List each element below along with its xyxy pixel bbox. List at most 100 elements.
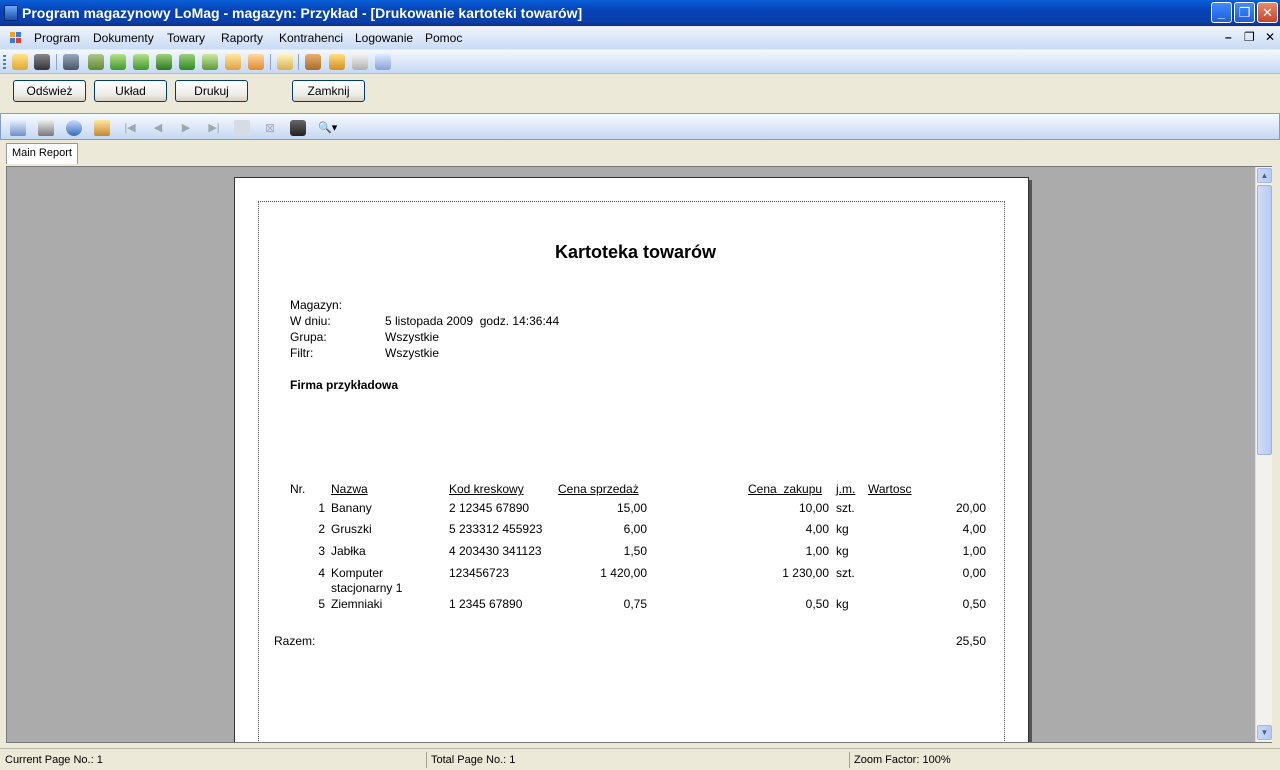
arrows-out-icon[interactable] xyxy=(133,54,149,70)
menu-program[interactable]: Program xyxy=(34,31,80,45)
stop-icon[interactable]: ⊠ xyxy=(262,120,278,136)
package-add-icon[interactable] xyxy=(248,54,264,70)
cell-name-continued: stacjonarny 1 xyxy=(331,581,403,595)
previous-page-icon[interactable]: ◀ xyxy=(150,120,166,136)
menu-bar: Program Dokumenty Towary Raporty Kontrah… xyxy=(0,27,1280,49)
vertical-scrollbar[interactable]: ▲ ▼ xyxy=(1255,167,1272,742)
scroll-up-button[interactable]: ▲ xyxy=(1257,168,1272,183)
goto-page-icon[interactable] xyxy=(234,120,250,136)
cell-buy-price: 4,00 xyxy=(805,522,829,536)
search-icon[interactable] xyxy=(290,120,306,136)
cell-barcode: 2 12345 67890 xyxy=(449,501,530,515)
cell-barcode: 5 233312 455923 xyxy=(449,522,543,536)
meta-value: Wszystkie xyxy=(385,346,439,360)
goods-receipt-icon[interactable] xyxy=(88,54,104,70)
app-icon xyxy=(4,5,18,21)
cell-unit: szt. xyxy=(836,566,855,580)
minimize-button[interactable]: _ xyxy=(1211,2,1232,23)
meta-value: 5 listopada 2009 godz. 14:36:44 xyxy=(385,314,560,328)
cell-value: 1,00 xyxy=(962,544,986,558)
cell-nr: 1 xyxy=(318,501,325,515)
cell-barcode: 4 203430 341123 xyxy=(449,544,542,558)
cell-name: Banany xyxy=(331,501,372,515)
printer-icon[interactable] xyxy=(38,120,54,136)
mdi-minimize-button[interactable]: – xyxy=(1225,30,1232,44)
total-label: Razem: xyxy=(274,634,316,648)
truck-icon[interactable] xyxy=(63,54,79,70)
total-page-status: Total Page No.: 1 xyxy=(431,754,516,766)
open-folder-icon[interactable] xyxy=(12,54,28,70)
menu-dokumenty[interactable]: Dokumenty xyxy=(93,31,154,45)
report-frame xyxy=(258,201,1005,742)
header-name: Nazwa xyxy=(331,482,368,496)
cell-unit: szt. xyxy=(836,501,855,515)
report-page: Kartoteka towarów Magazyn: W dniu: 5 lis… xyxy=(234,177,1029,742)
menu-kontrahenci[interactable]: Kontrahenci xyxy=(279,31,343,45)
first-page-icon[interactable]: |◀ xyxy=(122,120,138,136)
meta-label: Filtr: xyxy=(290,346,314,360)
toolbar-grip[interactable] xyxy=(3,55,6,69)
print-button[interactable]: Drukuj xyxy=(175,80,248,102)
scroll-thumb[interactable] xyxy=(1257,185,1272,455)
package-icon[interactable] xyxy=(225,54,241,70)
cell-name: Gruszki xyxy=(331,522,372,536)
cell-value: 0,00 xyxy=(962,566,986,580)
zoom-icon[interactable]: 🔍▾ xyxy=(318,120,344,136)
cell-unit: kg xyxy=(836,522,849,536)
export-icon[interactable] xyxy=(10,120,26,136)
binoculars-icon[interactable] xyxy=(34,54,50,70)
last-page-icon[interactable]: ▶| xyxy=(206,120,222,136)
report-viewer-toolbar: |◀ ◀ ▶ ▶| ⊠ 🔍▾ xyxy=(0,113,1280,140)
header-nr: Nr. xyxy=(290,482,306,496)
close-window-button[interactable]: ✕ xyxy=(1257,2,1278,23)
cell-name: Ziemniaki xyxy=(331,597,383,611)
cell-unit: kg xyxy=(836,544,849,558)
cell-sale-price: 1 420,00 xyxy=(600,566,647,580)
next-page-icon[interactable]: ▶ xyxy=(178,120,194,136)
action-button-row: Odśwież Układ Drukuj Zamknij xyxy=(0,75,1280,112)
cell-name: Jabłka xyxy=(331,544,366,558)
refresh-button[interactable]: Odśwież xyxy=(13,80,86,102)
edit-note-icon[interactable] xyxy=(277,54,293,70)
tab-main-report[interactable]: Main Report xyxy=(6,143,78,164)
cell-buy-price: 0,50 xyxy=(805,597,829,611)
toolbar-separator xyxy=(270,54,271,70)
menu-logowanie[interactable]: Logowanie xyxy=(355,31,413,45)
split-arrows-icon[interactable] xyxy=(156,54,172,70)
wallet-icon[interactable] xyxy=(305,54,321,70)
cell-unit: kg xyxy=(836,597,849,611)
status-separator xyxy=(849,752,850,768)
status-bar: Current Page No.: 1 Total Page No.: 1 Zo… xyxy=(0,748,1280,770)
header-sale-price: Cena sprzedaż xyxy=(558,482,639,496)
mdi-child-icon[interactable] xyxy=(10,32,22,44)
report-title: Kartoteka towarów xyxy=(555,242,717,262)
mdi-close-button[interactable]: ✕ xyxy=(1265,30,1275,44)
cell-sale-price: 6,00 xyxy=(623,522,647,536)
cell-sale-price: 0,75 xyxy=(623,597,647,611)
menu-raporty[interactable]: Raporty xyxy=(221,31,263,45)
chart-icon[interactable] xyxy=(375,54,391,70)
cell-value: 20,00 xyxy=(955,501,986,515)
company-name: Firma przykładowa xyxy=(290,378,399,392)
current-page-status: Current Page No.: 1 xyxy=(5,754,103,766)
layout-button[interactable]: Układ xyxy=(94,80,167,102)
report-viewer[interactable]: Kartoteka towarów Magazyn: W dniu: 5 lis… xyxy=(6,166,1272,743)
scroll-down-button[interactable]: ▼ xyxy=(1257,725,1272,740)
close-button[interactable]: Zamknij xyxy=(292,80,365,102)
search-settings-icon[interactable] xyxy=(329,54,345,70)
zoom-status: Zoom Factor: 100% xyxy=(854,754,951,766)
window-title: Program magazynowy LoMag - magazyn: Przy… xyxy=(22,5,583,21)
document-list-icon[interactable] xyxy=(352,54,368,70)
cell-name: Komputer xyxy=(331,566,384,580)
mdi-restore-button[interactable]: ❐ xyxy=(1244,30,1255,44)
menu-towary[interactable]: Towary xyxy=(167,31,205,45)
restore-button[interactable]: ❐ xyxy=(1234,2,1255,23)
meta-label: W dniu: xyxy=(290,314,331,328)
cell-value: 4,00 xyxy=(962,522,986,536)
arrows-in-icon[interactable] xyxy=(110,54,126,70)
refresh-arrows-icon[interactable] xyxy=(179,54,195,70)
refresh-icon[interactable] xyxy=(66,120,82,136)
move-goods-icon[interactable] xyxy=(202,54,218,70)
menu-pomoc[interactable]: Pomoc xyxy=(425,31,462,45)
group-tree-icon[interactable] xyxy=(94,120,110,136)
